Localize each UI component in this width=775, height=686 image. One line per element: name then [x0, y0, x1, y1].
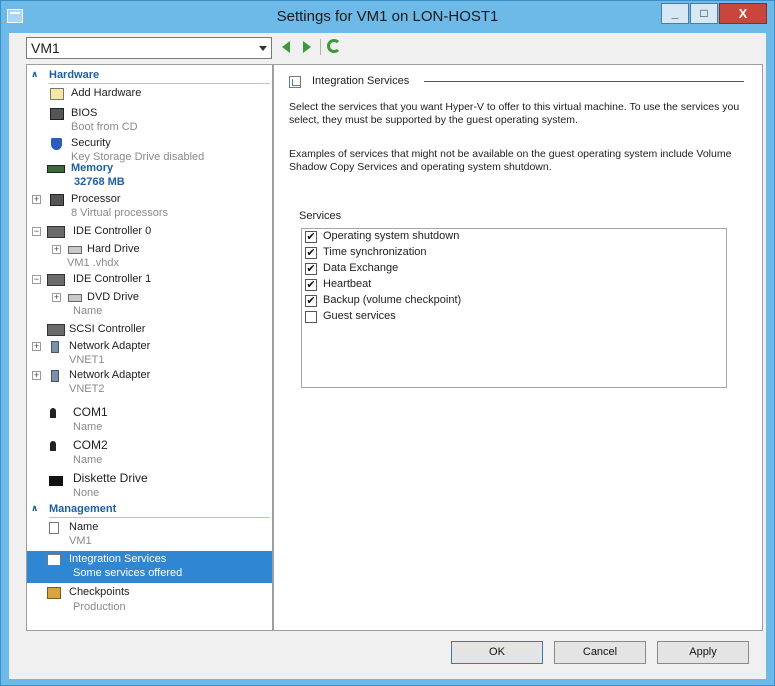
services-group-label: Services [299, 210, 342, 222]
tree-item-com1[interactable]: COM1 Name [27, 405, 272, 437]
tree-item-memory[interactable]: Memory 32768 MB [27, 162, 272, 192]
tree-item-name[interactable]: Name VM1 [27, 521, 272, 551]
add-hardware-icon [50, 88, 64, 100]
tree-item-network-adapter-2[interactable]: + Network Adapter VNET2 [27, 369, 272, 399]
minimize-button[interactable]: _ [661, 3, 689, 24]
tree-item-dvd-drive[interactable]: + DVD Drive Name [27, 291, 272, 321]
ok-button[interactable]: OK [451, 641, 543, 664]
collapse-chevron-icon: ∧ [31, 503, 39, 513]
integration-services-panel: Integration Services Select the services… [273, 64, 763, 631]
ide-controller-icon [47, 226, 65, 238]
forward-arrow-icon[interactable] [303, 41, 311, 53]
tree-item-add-hardware[interactable]: Add Hardware [27, 87, 272, 103]
expand-plus-icon[interactable]: + [32, 371, 41, 380]
service-checkbox[interactable]: ✔ [305, 231, 317, 243]
panel-description: Select the services that you want Hyper-… [289, 101, 740, 126]
maximize-button[interactable]: □ [690, 3, 718, 24]
tree-item-integration-services[interactable]: Integration Services Some services offer… [27, 551, 272, 583]
panel-title: Integration Services [312, 75, 410, 87]
settings-window: Settings for VM1 on LON-HOST1 _ □ X VM1 … [0, 0, 775, 686]
window-title: Settings for VM1 on LON-HOST1 [276, 8, 499, 25]
tree-item-hard-drive[interactable]: + Hard Drive VM1 .vhdx [27, 243, 272, 273]
close-button[interactable]: X [719, 3, 767, 24]
tree-item-diskette-drive[interactable]: Diskette Drive None [27, 471, 272, 503]
serial-port-icon [50, 408, 56, 418]
checkpoints-icon [47, 587, 61, 599]
bios-chip-icon [50, 108, 64, 120]
tree-item-com2[interactable]: COM2 Name [27, 438, 272, 470]
collapse-minus-icon[interactable]: − [32, 227, 41, 236]
dialog-body: VM1 ∧ Hardware Add Hardware BIOS Boot fr… [9, 33, 766, 679]
expand-plus-icon[interactable]: + [32, 195, 41, 204]
ide-controller-icon [47, 274, 65, 286]
integration-services-icon [47, 554, 61, 566]
apply-button[interactable]: Apply [657, 641, 749, 664]
panel-examples-text: Examples of services that might not be a… [289, 148, 732, 173]
scsi-controller-icon [47, 324, 65, 336]
management-section-header[interactable]: ∧ Management [27, 502, 272, 518]
services-list: ✔ Operating system shutdown ✔ Time synch… [301, 228, 727, 388]
toolbar-separator [320, 39, 321, 55]
title-bar: Settings for VM1 on LON-HOST1 _ □ X [1, 1, 774, 33]
tree-item-bios[interactable]: BIOS Boot from CD [27, 107, 272, 137]
refresh-icon[interactable] [327, 39, 341, 53]
shield-icon [51, 138, 62, 150]
integration-services-icon [289, 76, 301, 88]
tree-item-scsi-controller[interactable]: SCSI Controller [27, 323, 272, 339]
service-checkbox[interactable]: ✔ [305, 279, 317, 291]
tree-item-ide-controller-1[interactable]: − IDE Controller 1 [27, 273, 272, 289]
diskette-drive-icon [49, 476, 63, 486]
dvd-drive-icon [68, 294, 82, 302]
collapse-chevron-icon: ∧ [31, 69, 39, 79]
processor-icon [50, 194, 64, 206]
tree-item-checkpoints[interactable]: Checkpoints Production [27, 586, 272, 616]
vm-selector-value: VM1 [31, 40, 60, 56]
collapse-minus-icon[interactable]: − [32, 275, 41, 284]
tree-item-ide-controller-0[interactable]: − IDE Controller 0 [27, 225, 272, 241]
settings-tree[interactable]: ∧ Hardware Add Hardware BIOS Boot from C… [26, 64, 273, 631]
chevron-down-icon [259, 46, 267, 51]
tree-item-processor[interactable]: + Processor 8 Virtual processors [27, 193, 272, 223]
serial-port-icon [50, 441, 56, 451]
name-icon [49, 522, 59, 534]
expand-plus-icon[interactable]: + [52, 245, 61, 254]
network-adapter-icon [51, 341, 59, 353]
memory-icon [47, 165, 65, 173]
back-arrow-icon[interactable] [282, 41, 290, 53]
service-checkbox[interactable]: ✔ [305, 295, 317, 307]
network-adapter-icon [51, 370, 59, 382]
service-checkbox[interactable] [305, 311, 317, 323]
expand-plus-icon[interactable]: + [32, 342, 41, 351]
service-checkbox[interactable]: ✔ [305, 247, 317, 259]
vm-selector-dropdown[interactable]: VM1 [26, 37, 272, 59]
expand-plus-icon[interactable]: + [52, 293, 61, 302]
header-divider [424, 81, 744, 82]
hard-drive-icon [68, 246, 82, 254]
hardware-section-header[interactable]: ∧ Hardware [27, 68, 272, 84]
cancel-button[interactable]: Cancel [554, 641, 646, 664]
tree-item-network-adapter-1[interactable]: + Network Adapter VNET1 [27, 340, 272, 370]
service-checkbox[interactable]: ✔ [305, 263, 317, 275]
